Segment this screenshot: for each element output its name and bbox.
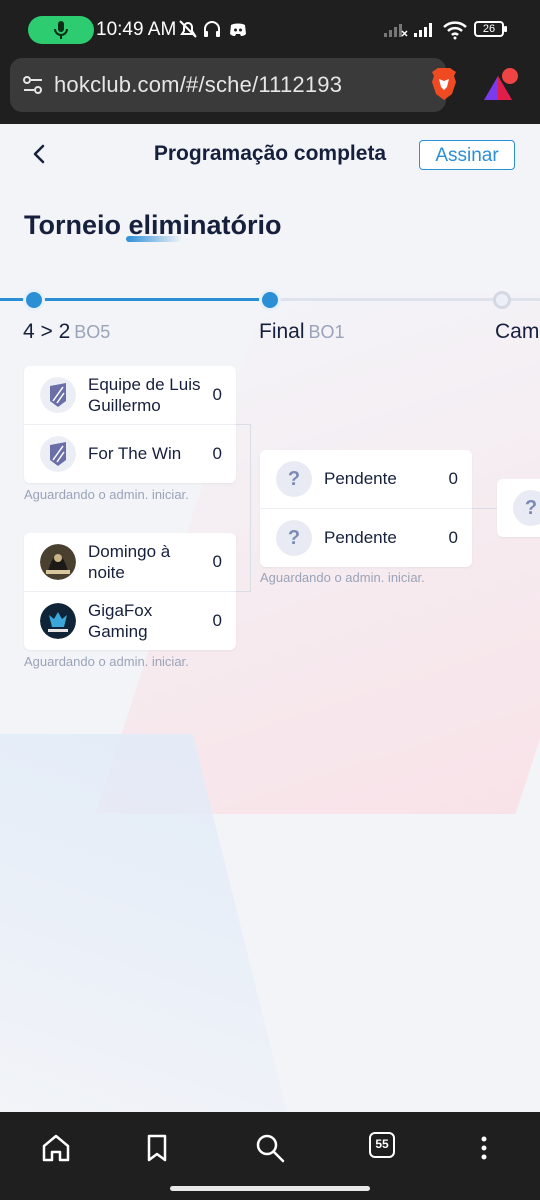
bookmark-icon[interactable] xyxy=(139,1130,175,1166)
bell-off-icon xyxy=(179,20,197,38)
stage-tab-2[interactable]: Final BO1 xyxy=(259,320,345,344)
mic-icon xyxy=(54,21,68,39)
pending-team-icon: ? xyxy=(276,520,312,556)
mic-indicator xyxy=(28,16,94,44)
stage-dot-3 xyxy=(493,291,511,309)
team-score: 0 xyxy=(212,444,222,463)
tabs-icon[interactable]: 55 xyxy=(369,1132,395,1158)
stage-dot-1 xyxy=(23,289,45,311)
home-icon[interactable] xyxy=(38,1130,74,1166)
match-status: Aguardando o admin. iniciar. xyxy=(260,570,425,585)
team-row[interactable]: ? Pendente 0 xyxy=(260,509,472,567)
clock: 10:49 AM xyxy=(96,19,177,40)
team-name: Domingo à noite xyxy=(88,542,171,582)
stage-format: BO5 xyxy=(74,322,111,342)
match-card[interactable]: Equipe de Luis Guillermo 0 For The Win 0 xyxy=(24,366,236,483)
subscribe-button[interactable]: Assinar xyxy=(419,140,515,170)
title-underline xyxy=(126,236,182,242)
stage-format: BO1 xyxy=(308,322,345,342)
team-score: 0 xyxy=(212,611,222,630)
match-status: Aguardando o admin. iniciar. xyxy=(24,654,189,669)
team-score: 0 xyxy=(212,385,222,404)
team-row[interactable]: Domingo à noite 0 xyxy=(24,533,236,592)
stage-name: Final xyxy=(259,320,305,343)
team-row[interactable]: GigaFox Gaming 0 xyxy=(24,592,236,650)
team-name: Equipe de Luis Guillermo xyxy=(88,375,201,415)
search-icon[interactable] xyxy=(252,1130,288,1166)
bracket-connector xyxy=(472,508,499,509)
pending-team-icon: ? xyxy=(513,490,540,526)
team-name: GigaFox Gaming xyxy=(88,601,153,641)
pending-team-icon: ? xyxy=(276,461,312,497)
wifi-icon xyxy=(443,21,467,40)
team-row[interactable]: Equipe de Luis Guillermo 0 xyxy=(24,366,236,425)
menu-icon[interactable] xyxy=(466,1130,502,1166)
brave-lion-icon[interactable] xyxy=(428,66,460,102)
team-name: For The Win xyxy=(88,444,182,463)
team-score: 0 xyxy=(448,469,458,488)
page-content: Programação completa Assinar Torneio eli… xyxy=(0,124,540,1114)
battery-icon: 26 xyxy=(474,21,507,37)
team-name: Pendente xyxy=(324,528,397,547)
team-name: Pendente xyxy=(324,469,397,488)
team-logo-icon xyxy=(40,544,76,580)
url-text[interactable]: hokclub.com/#/sche/1112193 xyxy=(54,72,342,98)
address-bar[interactable]: hokclub.com/#/sche/1112193 xyxy=(10,58,456,112)
match-card[interactable]: ? Pendente 0 ? Pendente 0 xyxy=(260,450,472,567)
stage-name: Cam xyxy=(495,320,540,343)
browser-toolbar: hokclub.com/#/sche/1112193 xyxy=(0,58,540,124)
stage-name: 4 > 2 xyxy=(23,320,71,343)
team-row[interactable]: For The Win 0 xyxy=(24,425,236,483)
stage-dot-2 xyxy=(259,289,281,311)
rewards-icon[interactable] xyxy=(480,66,520,106)
headphones-icon xyxy=(204,21,220,37)
browser-bottom-nav: 55 xyxy=(0,1112,540,1200)
champion-card[interactable]: ? xyxy=(497,479,540,537)
team-logo-icon xyxy=(40,436,76,472)
signal-off-icon xyxy=(384,24,408,37)
bracket-connector xyxy=(236,424,251,592)
tune-icon[interactable] xyxy=(22,74,44,96)
team-score: 0 xyxy=(448,528,458,547)
match-card[interactable]: Domingo à noite 0 GigaFox Gaming 0 xyxy=(24,533,236,650)
team-logo-icon xyxy=(40,377,76,413)
signal-icon xyxy=(414,23,432,37)
discord-icon xyxy=(230,23,246,36)
team-score: 0 xyxy=(212,552,222,571)
home-indicator[interactable] xyxy=(170,1186,370,1191)
team-row[interactable]: ? Pendente 0 xyxy=(260,450,472,509)
match-status: Aguardando o admin. iniciar. xyxy=(24,487,189,502)
stage-tab-3[interactable]: Cam xyxy=(495,320,539,344)
status-bar: 10:49 AM 26 xyxy=(0,0,540,60)
stage-tab-1[interactable]: 4 > 2 BO5 xyxy=(23,320,110,344)
team-logo-icon xyxy=(40,603,76,639)
